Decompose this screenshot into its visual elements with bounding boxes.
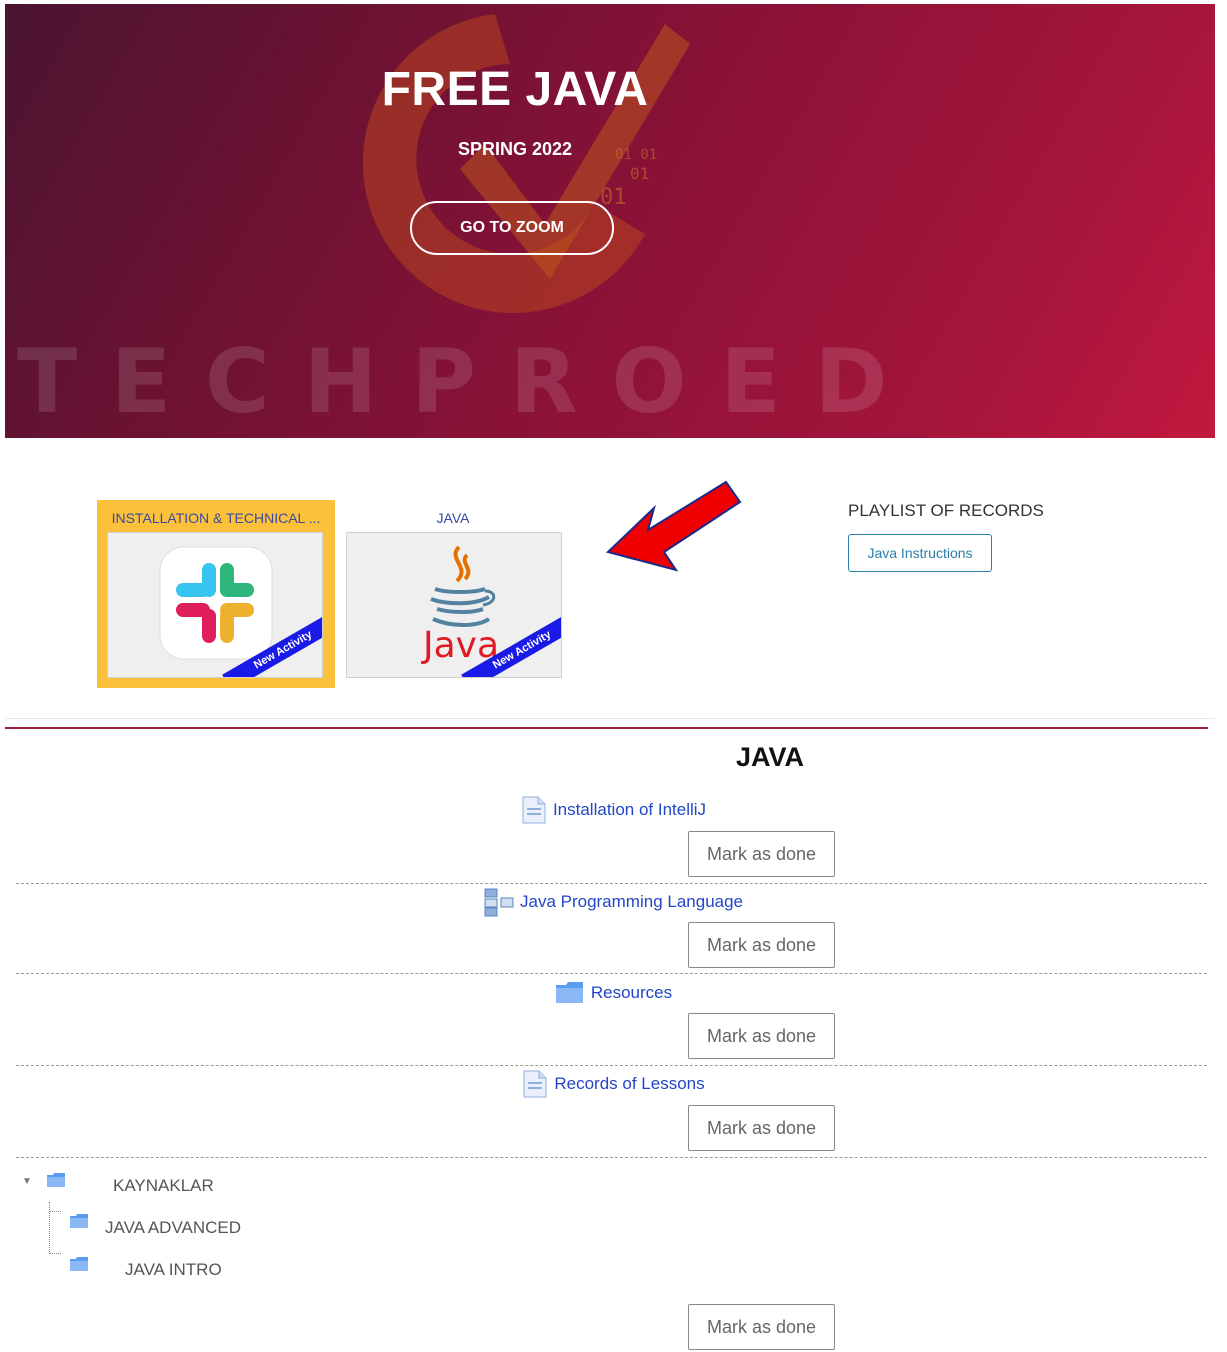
activity-label: Records of Lessons [554,1074,705,1093]
activity-card-installation[interactable]: INSTALLATION & TECHNICAL ... New Activit… [97,500,335,688]
mark-as-done-button[interactable]: Mark as done [688,1304,835,1350]
activity-label: Resources [590,983,673,1002]
folder-icon [70,1257,88,1271]
dashed-separator [16,1157,1207,1158]
slack-icon [159,546,273,660]
mark-as-done-button[interactable]: Mark as done [688,1105,835,1151]
card-image: New Activity [107,532,323,678]
tree-item-java-advanced[interactable]: JAVA ADVANCED [105,1218,241,1238]
activity-row: Installation of IntelliJ [0,795,1227,825]
activity-link-records[interactable]: Records of Lessons [522,1070,705,1098]
mark-as-done-button[interactable]: Mark as done [688,831,835,877]
activity-link-installation[interactable]: Installation of IntelliJ [521,796,706,824]
java-icon: Java [421,545,499,666]
page-icon [523,1070,547,1098]
mark-as-done-button[interactable]: Mark as done [688,922,835,968]
activity-link-java-programming[interactable]: Java Programming Language [484,887,743,917]
checkmark-logo-icon: 01 01 01 01 [362,14,690,313]
hero-subtitle: SPRING 2022 [457,139,573,159]
mark-as-done-button[interactable]: Mark as done [688,1013,835,1059]
svg-text:01: 01 [630,164,649,183]
structure-icon [484,888,514,917]
activity-row: Resources [0,978,1227,1008]
tree-item-java-intro[interactable]: JAVA INTRO [125,1260,222,1280]
activity-card-java[interactable]: JAVA Java New Activity [340,500,566,688]
hero-banner: 01 01 01 01 FREE JAVA SPRING 2022 GO TO … [5,4,1215,438]
folder-icon [555,982,583,1003]
tree-connector [49,1253,61,1254]
dashed-separator [16,973,1207,974]
tree-expand-icon[interactable]: ▼ [22,1176,32,1187]
playlist-title: PLAYLIST OF RECORDS [848,501,1044,520]
activity-row: Java Programming Language [0,887,1227,917]
tree-item-kaynaklar[interactable]: KAYNAKLAR [113,1176,214,1196]
dashed-separator [16,1065,1207,1066]
java-instructions-button[interactable]: Java Instructions [848,534,992,572]
card-title: JAVA [436,510,470,526]
activity-link-resources[interactable]: Resources [555,981,672,1005]
dashed-separator [16,883,1207,884]
go-to-zoom-button[interactable]: GO TO ZOOM [410,201,614,255]
tree-connector [49,1202,50,1254]
page-icon [522,796,546,824]
section-title: JAVA [735,742,804,772]
divider [5,718,1215,719]
activity-row: Records of Lessons [0,1069,1227,1099]
folder-icon [47,1173,65,1187]
svg-text:TECHPROED: TECHPROED [17,334,922,424]
course-page: 01 01 01 01 FREE JAVA SPRING 2022 GO TO … [0,0,1227,1352]
section-divider [5,727,1208,729]
activity-label: Java Programming Language [519,892,744,911]
card-title: INSTALLATION & TECHNICAL ... [111,510,321,526]
tree-connector [49,1211,61,1212]
folder-icon [70,1214,88,1228]
activity-label: Installation of IntelliJ [552,800,707,819]
hero-title: FREE JAVA [381,63,649,116]
card-image: Java New Activity [346,532,562,678]
red-arrow-icon [606,480,742,572]
techproed-wordmark: TECHPROED [17,334,922,424]
